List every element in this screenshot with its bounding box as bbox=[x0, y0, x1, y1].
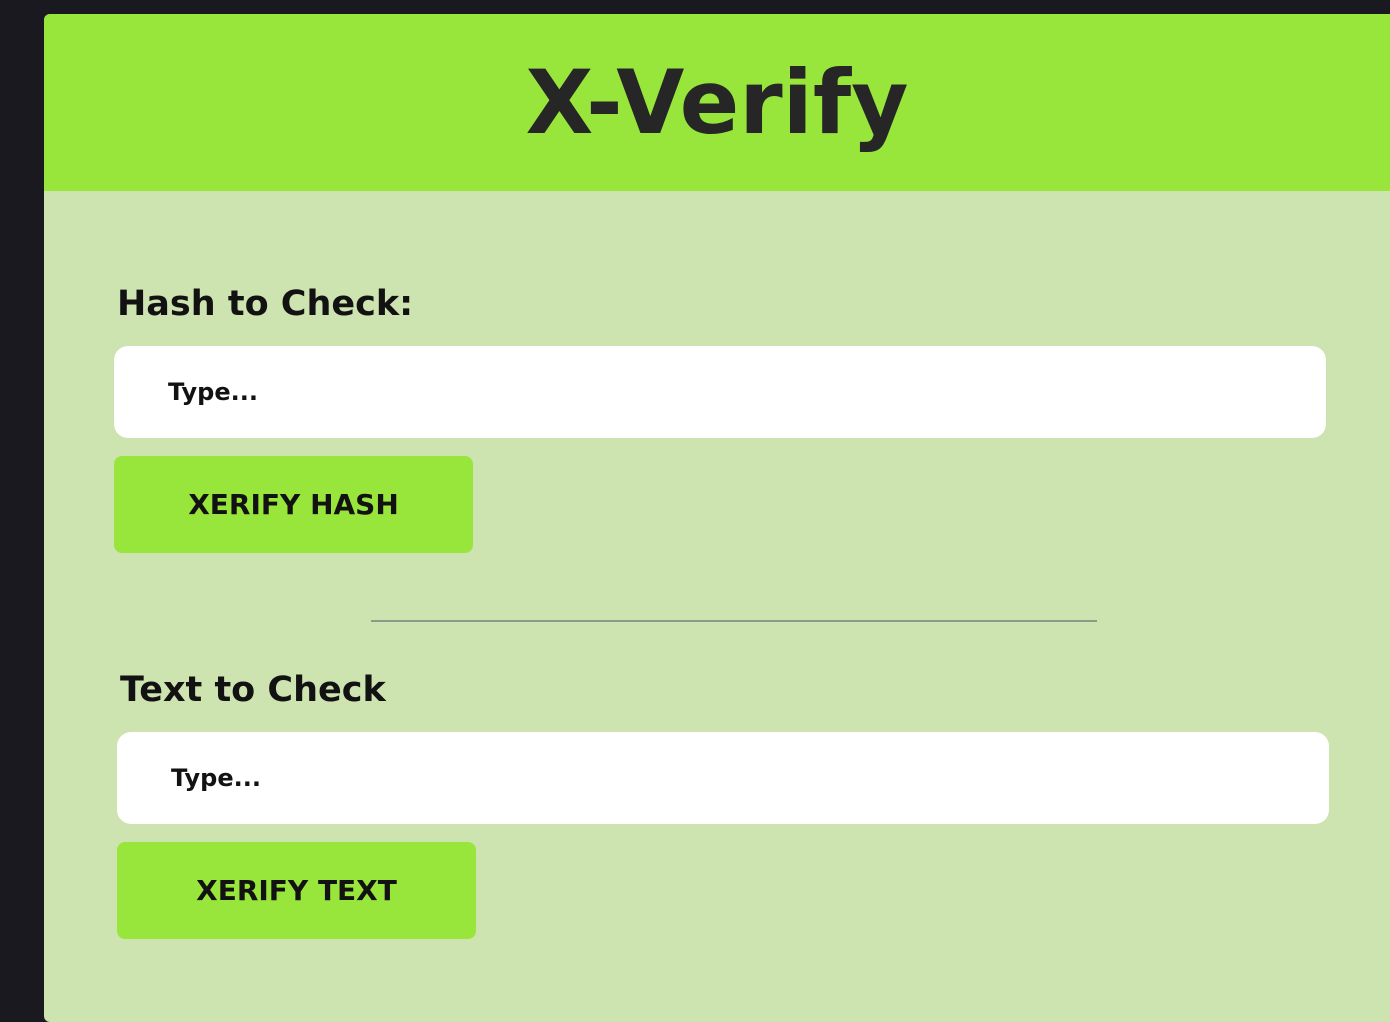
xerify-text-button[interactable]: XERIFY TEXT bbox=[117, 842, 476, 939]
text-input[interactable] bbox=[117, 732, 1329, 824]
section-divider bbox=[371, 620, 1097, 622]
text-label: Text to Check bbox=[120, 670, 386, 710]
header-banner: X-Verify bbox=[44, 14, 1390, 191]
page-title: X-Verify bbox=[525, 51, 909, 154]
main-panel: X-Verify Hash to Check: XERIFY HASH Text… bbox=[44, 14, 1390, 1022]
hash-label: Hash to Check: bbox=[117, 284, 414, 324]
hash-input[interactable] bbox=[114, 346, 1326, 438]
xerify-hash-button[interactable]: XERIFY HASH bbox=[114, 456, 473, 553]
